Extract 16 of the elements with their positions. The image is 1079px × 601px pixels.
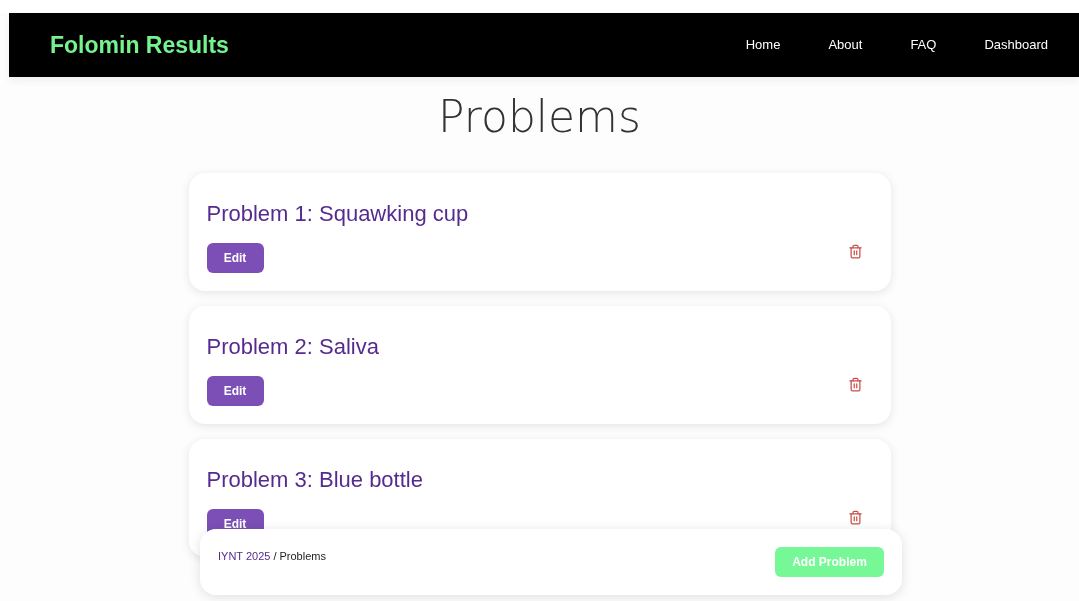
page-title: Problems xyxy=(437,91,642,143)
nav-link[interactable]: Home xyxy=(745,35,781,55)
breadcrumb-link[interactable]: IYNT 2025 xyxy=(218,547,271,565)
trash-icon[interactable] xyxy=(847,510,863,525)
brand-logo-text[interactable]: Folomin Results xyxy=(50,27,229,63)
nav-link[interactable]: Dashboard xyxy=(984,35,1048,55)
problem-title: Problem 1: Squawking cup xyxy=(206,200,469,228)
edit-button[interactable]: Edit xyxy=(206,376,264,406)
problem-title: Problem 3: Blue bottle xyxy=(206,466,423,494)
trash-icon[interactable] xyxy=(847,377,863,392)
nav-link[interactable]: About xyxy=(828,35,863,55)
trash-icon[interactable] xyxy=(847,244,863,259)
nav-link[interactable]: FAQ xyxy=(910,35,937,55)
breadcrumb-current: / Problems xyxy=(273,548,326,564)
problem-title: Problem 2: Saliva xyxy=(206,333,379,361)
edit-button[interactable]: Edit xyxy=(206,243,264,273)
